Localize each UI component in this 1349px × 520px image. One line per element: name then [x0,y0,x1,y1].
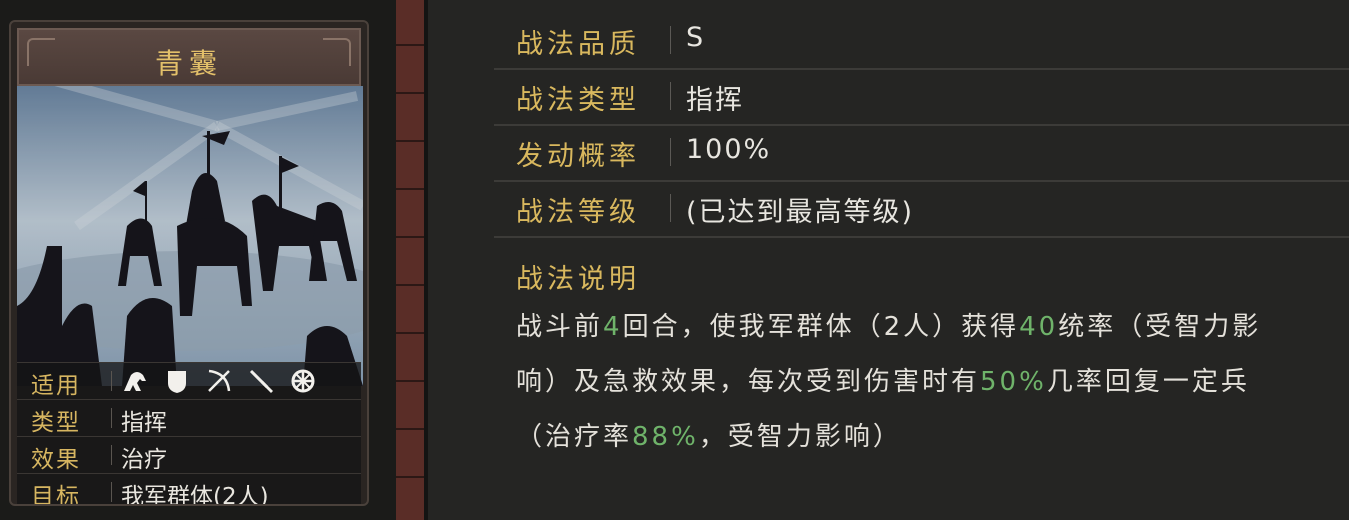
info-row-type: 类型 指挥 [17,399,361,436]
cavalry-icon [124,372,146,391]
prop-activation-rate: 发动概率 100% [494,124,1349,182]
info-key: 效果 [31,447,81,473]
prop-value: S [686,22,706,53]
description-line-1: 战斗前4回合，使我军群体（2人）获得40统率（受智力影 [516,312,1262,342]
description-text: 战斗前4回合，使我军群体（2人）获得40统率（受智力影 响）及急救效果，每次受到… [516,300,1349,465]
prop-label: 战法品质 [516,29,640,60]
prop-level: 战法等级 (已达到最高等级) [494,180,1349,238]
prop-label: 战法类型 [516,85,640,116]
info-row-target: 目标 我军群体(2人) [17,473,361,506]
decorative-strip [396,0,424,520]
info-key: 类型 [31,410,81,436]
info-row-effect: 效果 治疗 [17,436,361,473]
prop-quality: 战法品质 S [494,12,1349,70]
prop-value: (已达到最高等级) [686,197,915,228]
info-key: 适用 [31,373,81,399]
description-title: 战法说明 [516,264,640,295]
card-header: 青囊 [17,28,361,86]
card-title: 青囊 [154,47,223,80]
info-key: 目标 [31,484,81,506]
prop-label: 发动概率 [516,141,640,172]
spear-icon [249,369,273,393]
tactic-card[interactable]: 青囊 适用 类型 指挥 效果 治疗 目标 我军群体(2人) [9,20,369,506]
description-line-2: 响）及急救效果，每次受到伤害时有50%几率回复一定兵 [516,367,1250,397]
siege-icon [291,369,315,393]
info-row-applicable: 适用 [17,362,361,399]
archer-icon [208,369,231,392]
prop-value: 100% [686,134,772,165]
info-value: 治疗 [121,447,167,473]
card-artwork [17,86,363,386]
info-value: 指挥 [121,410,167,436]
prop-label: 战法等级 [516,197,640,228]
prop-type: 战法类型 指挥 [494,68,1349,126]
card-info: 适用 类型 指挥 效果 治疗 目标 我军群体(2人) [17,362,361,506]
shield-icon [168,371,186,393]
info-value: 我军群体(2人) [121,484,269,506]
prop-value: 指挥 [686,85,744,116]
description-line-3: （治疗率88%，受智力影响） [516,422,902,452]
